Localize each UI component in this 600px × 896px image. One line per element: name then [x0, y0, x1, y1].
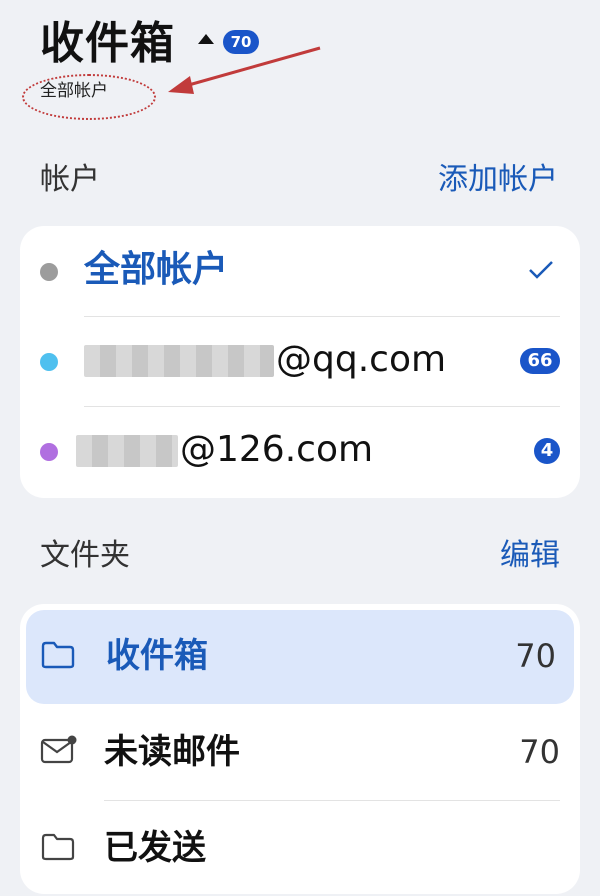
accounts-card: 全部帐户 @qq.com 66 @126.com 4	[20, 226, 580, 498]
account-count-badge: 66	[520, 348, 560, 374]
folders-card: 收件箱 70 未读邮件 70 已发送	[20, 604, 580, 894]
account-dot	[40, 443, 58, 461]
account-dot	[40, 263, 58, 281]
account-label: @qq.com	[276, 339, 447, 380]
divider	[104, 800, 560, 801]
edit-folders-button[interactable]: 编辑	[500, 536, 560, 576]
folder-item-unread[interactable]: 未读邮件 70	[20, 706, 580, 800]
account-label: 全部帐户	[84, 249, 229, 290]
account-item-qq[interactable]: @qq.com 66	[20, 316, 580, 406]
unread-mail-icon	[40, 735, 77, 764]
account-dot	[40, 353, 58, 371]
folder-count: 70	[519, 733, 560, 771]
folder-icon	[41, 833, 75, 861]
annotation-arrow-icon	[168, 46, 321, 94]
add-account-button[interactable]: 添加帐户	[438, 160, 558, 200]
folder-count: 70	[515, 637, 556, 675]
account-label: @126.com	[180, 429, 374, 470]
account-address: @126.com	[76, 428, 373, 472]
folder-label: 未读邮件	[104, 732, 240, 772]
accounts-section-label: 帐户	[40, 162, 100, 197]
account-item-all[interactable]: 全部帐户	[20, 226, 580, 316]
folder-label: 收件箱	[106, 636, 208, 676]
folder-label: 已发送	[104, 828, 206, 868]
check-icon	[529, 261, 553, 279]
folder-icon	[41, 641, 75, 669]
redacted-block	[84, 345, 274, 377]
account-item-126[interactable]: @126.com 4	[20, 406, 580, 496]
account-address: @qq.com	[84, 338, 446, 382]
folders-section-label: 文件夹	[40, 538, 130, 573]
folder-item-inbox[interactable]: 收件箱 70	[26, 610, 574, 704]
redacted-block	[76, 435, 178, 467]
account-count-badge: 4	[534, 438, 560, 464]
annotation-ellipse	[22, 74, 156, 120]
folder-item-sent[interactable]: 已发送	[20, 802, 580, 896]
